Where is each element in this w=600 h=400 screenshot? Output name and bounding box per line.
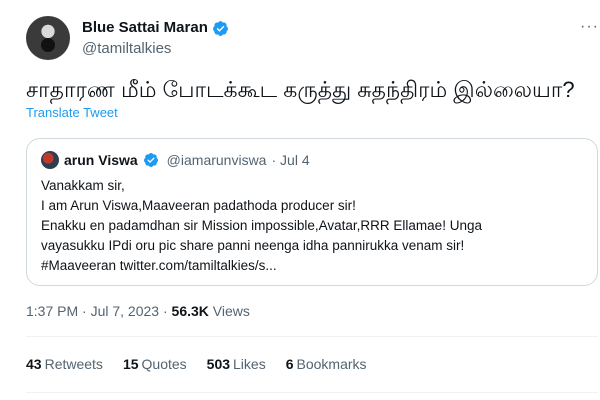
quoted-text: Vanakkam sir, I am Arun Viswa,Maaveeran … [41, 176, 482, 276]
quoted-line: I am Arun Viswa,Maaveeran padathoda prod… [41, 198, 356, 213]
tweet-card: Blue Sattai Maran @tamiltalkies ··· சாதா… [0, 0, 600, 400]
likes-count: 503 [206, 356, 231, 372]
bookmarks-count: 6 [285, 356, 294, 372]
views-label: Views [208, 303, 250, 319]
likes-stat[interactable]: 503 Likes [207, 356, 266, 372]
author-block: Blue Sattai Maran @tamiltalkies [82, 18, 229, 59]
tweet-stats: 43 Retweets 15 Quotes 503 Likes 6 Bookmarks [26, 356, 367, 372]
avatar-detail [41, 38, 55, 52]
author-name-row: Blue Sattai Maran [82, 18, 229, 38]
quoted-tweet[interactable]: arun Viswa @iamarunviswa · Jul 4 Vanakka… [26, 138, 598, 286]
divider [26, 336, 598, 337]
quoted-line: Vanakkam sir, [41, 178, 125, 193]
quoted-line: vayasukku IPdi oru pic share panni neeng… [41, 238, 465, 253]
quotes-label: Quotes [141, 356, 187, 372]
quoted-date: · Jul 4 [271, 152, 310, 168]
quoted-header: arun Viswa @iamarunviswa · Jul 4 [41, 151, 310, 169]
verified-badge-icon [212, 20, 228, 36]
quoted-line: Enakku en padamdhan sir Mission impossib… [41, 218, 482, 233]
author-avatar[interactable] [26, 16, 70, 60]
retweets-count: 43 [26, 356, 42, 372]
more-icon[interactable]: ··· [580, 18, 599, 36]
divider [26, 392, 598, 393]
retweets-stat[interactable]: 43 Retweets [26, 356, 103, 372]
likes-label: Likes [233, 356, 266, 372]
quotes-stat[interactable]: 15 Quotes [123, 356, 187, 372]
translate-link[interactable]: Translate Tweet [26, 105, 118, 120]
author-name[interactable]: Blue Sattai Maran [82, 18, 208, 38]
quotes-count: 15 [122, 356, 139, 372]
verified-badge-icon [143, 153, 158, 167]
bookmarks-stat[interactable]: 6 Bookmarks [286, 356, 367, 372]
tweet-meta: 1:37 PM · Jul 7, 2023 · 56.3K Views [26, 303, 250, 319]
quoted-author-handle: @iamarunviswa [166, 152, 267, 168]
quoted-avatar [41, 151, 59, 169]
quoted-author-name: arun Viswa [64, 152, 138, 168]
author-handle[interactable]: @tamiltalkies [82, 39, 229, 59]
quoted-line: #Maaveeran twitter.com/tamiltalkies/s... [41, 258, 277, 273]
views-count: 56.3K [171, 303, 209, 319]
tweet-timestamp[interactable]: 1:37 PM · Jul 7, 2023 · [26, 303, 172, 319]
tweet-text: சாதாரண மீம் போடக்கூட கருத்து சுதந்திரம் … [26, 77, 575, 102]
retweets-label: Retweets [44, 356, 103, 372]
bookmarks-label: Bookmarks [296, 356, 367, 372]
